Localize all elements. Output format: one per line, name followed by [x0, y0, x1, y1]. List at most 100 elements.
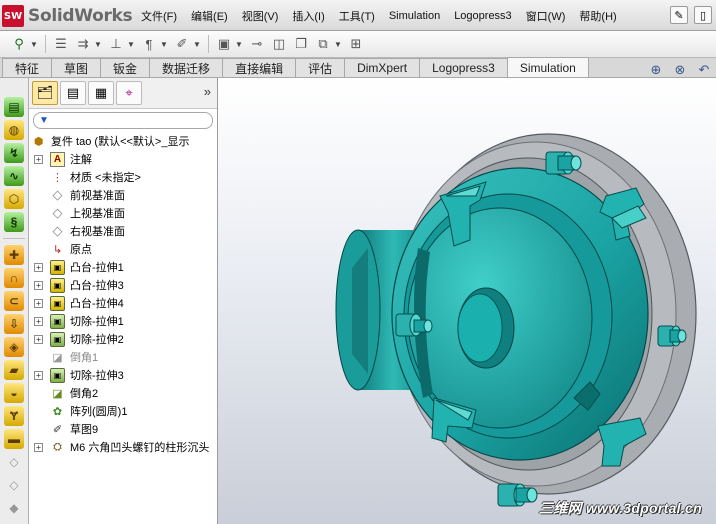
- tree-root-part[interactable]: ⬢ 复件 tao (默认<<默认>_显示: [29, 132, 217, 150]
- chevron-down-icon[interactable]: ▼: [235, 40, 243, 49]
- mate-icon[interactable]: ◫: [268, 34, 290, 54]
- align-icon[interactable]: ⊥: [105, 34, 127, 54]
- pin-icon[interactable]: ✎: [670, 6, 688, 24]
- helix-icon[interactable]: §: [4, 212, 24, 232]
- expand-plus-icon[interactable]: +: [34, 442, 43, 452]
- chevron-down-icon[interactable]: ▼: [334, 40, 342, 49]
- tab-direct-editing[interactable]: 直接编辑: [222, 58, 297, 77]
- expand-plus-icon[interactable]: +: [34, 154, 43, 164]
- tab-sheet-metal[interactable]: 钣金: [100, 58, 151, 77]
- chevron-down-icon[interactable]: ▼: [193, 40, 201, 49]
- assembly-icon[interactable]: ⧉: [312, 34, 334, 54]
- plane-icon: ◇: [52, 223, 63, 238]
- draft-icon[interactable]: Ɏ: [4, 406, 24, 426]
- menu-logopress3[interactable]: Logopress3: [447, 10, 519, 22]
- chamfer-icon[interactable]: ▰: [4, 360, 24, 380]
- tree-item[interactable]: + ⛭ M6 六角凹头螺钉的柱形沉头: [29, 438, 217, 456]
- expand-plus-icon[interactable]: +: [34, 262, 43, 272]
- component-icon[interactable]: ▣: [213, 34, 235, 54]
- app-brand-name: SolidWorks: [28, 6, 133, 26]
- tree-item[interactable]: ◇ 上视基准面: [29, 204, 217, 222]
- expand-plus-icon[interactable]: +: [34, 316, 43, 326]
- tree-item[interactable]: ✿ 阵列(圆周)1: [29, 402, 217, 420]
- solidworks-logo[interactable]: SW SolidWorks: [2, 4, 133, 28]
- menu-bar: 文件(F) 编辑(E) 视图(V) 插入(I) 工具(T) Simulation…: [134, 0, 624, 31]
- lofted-boss-icon[interactable]: ∿: [4, 166, 24, 186]
- dimxpert-manager-tab-icon[interactable]: ⌖: [116, 81, 142, 105]
- lofted-cut-icon[interactable]: ⇩: [4, 314, 24, 334]
- reference-icon[interactable]: ¶: [138, 34, 160, 54]
- menu-simulation[interactable]: Simulation: [382, 10, 447, 22]
- shell-icon[interactable]: ◒: [4, 383, 24, 403]
- extruded-cut-icon[interactable]: ✚: [4, 245, 24, 265]
- link-icon[interactable]: ⊸: [246, 34, 268, 54]
- list-icon[interactable]: ☰: [50, 34, 72, 54]
- swept-cut-icon[interactable]: ⊂: [4, 291, 24, 311]
- expand-plus-icon[interactable]: +: [34, 370, 43, 380]
- menu-tools[interactable]: 工具(T): [332, 8, 382, 24]
- tree-item[interactable]: ◪ 倒角2: [29, 384, 217, 402]
- zoom-to-area-icon[interactable]: ⊗: [672, 62, 688, 78]
- boundary-boss-icon[interactable]: ⬡: [4, 189, 24, 209]
- feature-tree-tab-icon[interactable]: 🗂: [32, 81, 58, 105]
- rib-icon[interactable]: ▬: [4, 429, 24, 449]
- copy-icon[interactable]: ❐: [290, 34, 312, 54]
- revolved-boss-icon[interactable]: ◍: [4, 120, 24, 140]
- zoom-to-fit-icon[interactable]: ⊕: [648, 62, 664, 78]
- chevron-down-icon[interactable]: ▼: [127, 40, 135, 49]
- dome-icon[interactable]: ◇: [4, 452, 24, 472]
- tree-item[interactable]: ✐ 草图9: [29, 420, 217, 438]
- feature-filter-input[interactable]: ▼: [33, 112, 213, 129]
- expand-plus-icon[interactable]: +: [34, 280, 43, 290]
- expand-plus-icon[interactable]: +: [34, 334, 43, 344]
- graphics-area[interactable]: 三维网 www.3dportal.cn: [218, 78, 716, 524]
- chevron-down-icon[interactable]: ▼: [30, 40, 38, 49]
- tree-item[interactable]: + ▣ 凸台-拉伸4: [29, 294, 217, 312]
- zoom-search-icon[interactable]: ⚲: [8, 34, 30, 54]
- swept-boss-icon[interactable]: ↯: [4, 143, 24, 163]
- circular-pattern-icon: ✿: [52, 405, 63, 418]
- chevron-down-icon[interactable]: ▼: [94, 40, 102, 49]
- chevron-right-icon[interactable]: »: [204, 84, 211, 99]
- tree-item[interactable]: + A 注解: [29, 150, 217, 168]
- tab-sketch[interactable]: 草图: [51, 58, 102, 77]
- wrap-icon[interactable]: ◇: [4, 475, 24, 495]
- left-features-toolbar: ▤ ◍ ↯ ∿ ⬡ § ✚ ∩ ⊂ ⇩ ◈ ▰ ◒ Ɏ ▬ ◇ ◇ ◆: [0, 78, 29, 524]
- tree-item[interactable]: ⋮ 材质 <未指定>: [29, 168, 217, 186]
- tab-features[interactable]: 特征: [2, 58, 53, 77]
- configuration-manager-tab-icon[interactable]: ▦: [88, 81, 114, 105]
- menu-insert[interactable]: 插入(I): [285, 8, 331, 24]
- menu-edit[interactable]: 编辑(E): [184, 8, 235, 24]
- extruded-boss-icon[interactable]: ▤: [4, 97, 24, 117]
- revolved-cut-icon[interactable]: ∩: [4, 268, 24, 288]
- tab-evaluate[interactable]: 评估: [295, 58, 346, 77]
- chevron-down-icon[interactable]: ▼: [160, 40, 168, 49]
- menu-file[interactable]: 文件(F): [134, 8, 184, 24]
- tree-item[interactable]: + ▣ 凸台-拉伸3: [29, 276, 217, 294]
- expand-plus-icon[interactable]: +: [34, 298, 43, 308]
- menu-view[interactable]: 视图(V): [235, 8, 286, 24]
- property-manager-tab-icon[interactable]: ▤: [60, 81, 86, 105]
- move-icon[interactable]: ⇉: [72, 34, 94, 54]
- tab-dimxpert[interactable]: DimXpert: [344, 58, 421, 77]
- tree-item[interactable]: + ▣ 切除-拉伸2: [29, 330, 217, 348]
- tree-item[interactable]: + ▣ 切除-拉伸1: [29, 312, 217, 330]
- tree-item[interactable]: ◪ 倒角1: [29, 348, 217, 366]
- new-document-icon[interactable]: ▯: [694, 6, 712, 24]
- tree-item[interactable]: ◇ 前视基准面: [29, 186, 217, 204]
- command-manager-tabs: 特征 草图 钣金 数据迁移 直接编辑 评估 DimXpert Logopress…: [0, 57, 716, 78]
- tab-data-migration[interactable]: 数据迁移: [149, 58, 224, 77]
- mirror-icon[interactable]: ◆: [4, 498, 24, 518]
- menu-help[interactable]: 帮助(H): [572, 8, 623, 24]
- explode-icon[interactable]: ⊞: [345, 34, 367, 54]
- edit-appearance-icon[interactable]: ✐: [171, 34, 193, 54]
- tab-simulation[interactable]: Simulation: [506, 57, 589, 77]
- tree-item[interactable]: + ▣ 切除-拉伸3: [29, 366, 217, 384]
- fillet-icon[interactable]: ◈: [4, 337, 24, 357]
- menu-window[interactable]: 窗口(W): [519, 8, 573, 24]
- tab-logopress3[interactable]: Logopress3: [419, 58, 508, 77]
- tree-item[interactable]: + ▣ 凸台-拉伸1: [29, 258, 217, 276]
- previous-view-icon[interactable]: ↶: [696, 62, 712, 78]
- tree-item[interactable]: ↳ 原点: [29, 240, 217, 258]
- tree-item[interactable]: ◇ 右视基准面: [29, 222, 217, 240]
